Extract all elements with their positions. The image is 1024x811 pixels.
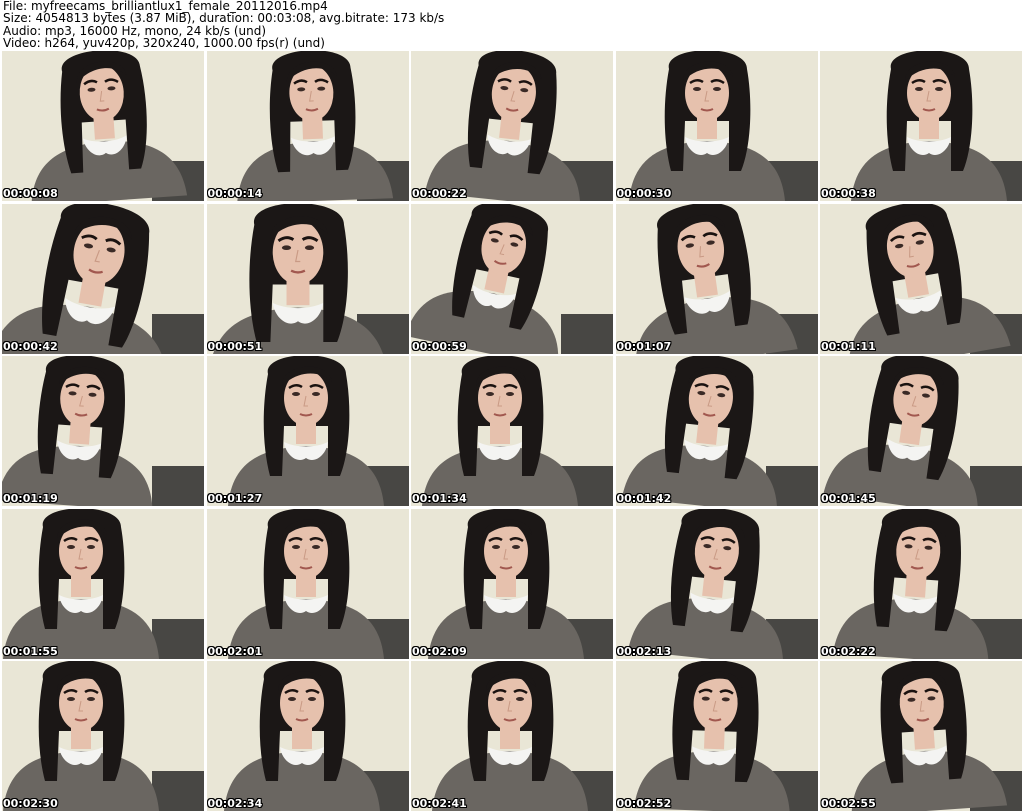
frame-timestamp: 00:00:14: [207, 187, 263, 200]
frame-image: [820, 508, 1022, 659]
frame-image: [206, 356, 409, 506]
video-thumbnail: 00:01:42: [615, 356, 818, 506]
video-thumbnail: 00:01:19: [2, 356, 204, 506]
video-thumbnail: 00:02:52: [615, 661, 818, 811]
video-thumbnail: 00:00:42: [2, 203, 204, 354]
thumbnail-grid: 00:00:08 00:00:14 00:00:22 00:00:30 00:00:38…: [2, 51, 1022, 811]
frame-timestamp: 00:00:38: [821, 187, 876, 200]
video-thumbnail: 00:02:09: [411, 508, 613, 659]
video-thumbnail: 00:00:38: [820, 51, 1022, 201]
frame-timestamp: 00:01:11: [821, 339, 876, 353]
frame-timestamp: 00:00:30: [616, 187, 672, 200]
frame-image: [2, 51, 204, 201]
frame-timestamp: 00:00:51: [207, 339, 263, 353]
frame-image: [411, 356, 613, 506]
frame-image: [411, 203, 613, 354]
frame-image: [2, 661, 204, 811]
frame-timestamp: 00:02:55: [821, 797, 876, 810]
frame-image: [206, 661, 409, 811]
video-thumbnail: 00:01:07: [615, 203, 818, 354]
video-thumbnail: 00:01:34: [411, 356, 613, 506]
file-info-header: File: myfreecams_brilliantlux1_female_20…: [3, 0, 1021, 50]
video-thumbnail: 00:02:22: [820, 508, 1022, 659]
video-thumbnail: 00:00:59: [411, 203, 613, 354]
frame-timestamp: 00:02:01: [207, 644, 263, 658]
frame-timestamp: 00:01:42: [616, 492, 672, 505]
frame-timestamp: 00:01:45: [821, 492, 876, 505]
frame-image: [615, 356, 818, 506]
video-thumbnail: 00:02:34: [206, 661, 409, 811]
video-thumbnail: 00:01:45: [820, 356, 1022, 506]
frame-image: [2, 203, 204, 354]
frame-timestamp: 00:02:09: [412, 644, 467, 658]
frame-image: [2, 508, 204, 659]
frame-image: [820, 51, 1022, 201]
frame-image: [206, 508, 409, 659]
frame-timestamp: 00:02:22: [821, 644, 876, 658]
frame-timestamp: 00:02:30: [3, 797, 58, 810]
video-thumbnail: 00:00:51: [206, 203, 409, 354]
video-thumbnail: 00:00:08: [2, 51, 204, 201]
frame-image: [206, 51, 409, 201]
video-thumbnail: 00:02:13: [615, 508, 818, 659]
frame-image: [615, 51, 818, 201]
video-thumbnail: 00:01:55: [2, 508, 204, 659]
video-thumbnail: 00:00:14: [206, 51, 409, 201]
video-thumbnail: 00:02:41: [411, 661, 613, 811]
frame-timestamp: 00:01:19: [3, 492, 58, 505]
frame-timestamp: 00:00:08: [3, 187, 58, 200]
frame-timestamp: 00:02:41: [412, 797, 467, 810]
frame-image: [615, 661, 818, 811]
frame-image: [411, 508, 613, 659]
frame-timestamp: 00:01:27: [207, 492, 263, 505]
frame-image: [820, 203, 1022, 354]
frame-image: [2, 356, 204, 506]
frame-image: [411, 51, 613, 201]
frame-timestamp: 00:02:52: [616, 797, 672, 810]
frame-timestamp: 00:02:34: [207, 797, 263, 810]
frame-image: [206, 203, 409, 354]
video-thumbnail: 00:00:30: [615, 51, 818, 201]
video-thumbnail: 00:02:55: [820, 661, 1022, 811]
video-thumbnail: 00:01:11: [820, 203, 1022, 354]
video-thumbnail: 00:02:01: [206, 508, 409, 659]
frame-image: [615, 508, 818, 659]
frame-timestamp: 00:01:07: [616, 339, 672, 353]
frame-timestamp: 00:00:59: [412, 339, 467, 353]
frame-image: [615, 203, 818, 354]
video-thumbnail: 00:02:30: [2, 661, 204, 811]
file-size-line: Size: 4054813 bytes (3.87 MiB), duration…: [3, 11, 445, 26]
video-info-line: Video: h264, yuv420p, 320x240, 1000.00 f…: [3, 35, 325, 50]
video-thumbnail: 00:01:27: [206, 356, 409, 506]
frame-image: [411, 661, 613, 811]
frame-timestamp: 00:01:55: [3, 644, 58, 658]
video-thumbnail: 00:00:22: [411, 51, 613, 201]
frame-timestamp: 00:01:34: [412, 492, 467, 505]
frame-timestamp: 00:00:22: [412, 187, 467, 200]
frame-timestamp: 00:02:13: [616, 644, 672, 658]
frame-image: [820, 661, 1022, 811]
frame-image: [820, 356, 1022, 506]
frame-timestamp: 00:00:42: [3, 339, 58, 353]
